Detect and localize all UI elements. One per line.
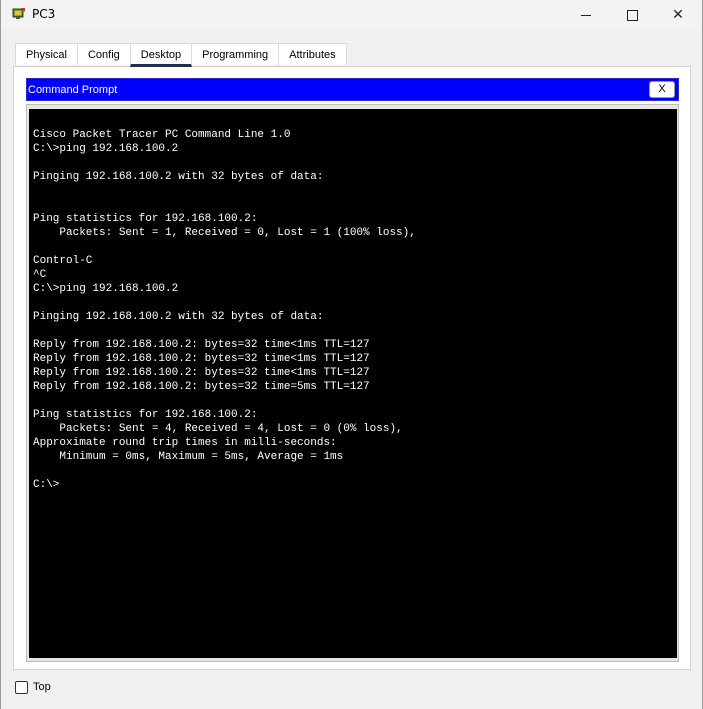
pc3-window: PC3 ✕ Physical Config Desktop Programmin…: [0, 0, 703, 709]
close-button[interactable]: ✕: [655, 0, 701, 30]
command-prompt-header: Command Prompt X: [26, 78, 679, 101]
maximize-button[interactable]: [609, 0, 655, 30]
top-checkbox[interactable]: [15, 681, 28, 694]
tab-physical[interactable]: Physical: [15, 43, 78, 65]
minimize-button[interactable]: [563, 0, 609, 30]
tab-desktop[interactable]: Desktop: [129, 43, 193, 67]
tab-bar: Physical Config Desktop Programming Attr…: [15, 43, 347, 67]
title-bar[interactable]: PC3 ✕: [1, 0, 702, 30]
top-checkbox-label: Top: [33, 681, 51, 693]
command-prompt-title: Command Prompt: [28, 84, 118, 96]
tab-programming[interactable]: Programming: [191, 43, 280, 65]
pc-app-icon: [12, 8, 25, 19]
maximize-icon: [626, 9, 638, 21]
close-icon: ✕: [672, 7, 684, 23]
terminal-output[interactable]: Cisco Packet Tracer PC Command Line 1.0 …: [33, 128, 416, 492]
window-title: PC3: [32, 7, 56, 21]
minimize-icon: [581, 14, 591, 16]
tab-config[interactable]: Config: [76, 43, 131, 65]
terminal-console[interactable]: Cisco Packet Tracer PC Command Line 1.0 …: [29, 109, 677, 658]
tab-attributes[interactable]: Attributes: [278, 43, 347, 65]
command-prompt-close-button[interactable]: X: [649, 81, 675, 98]
